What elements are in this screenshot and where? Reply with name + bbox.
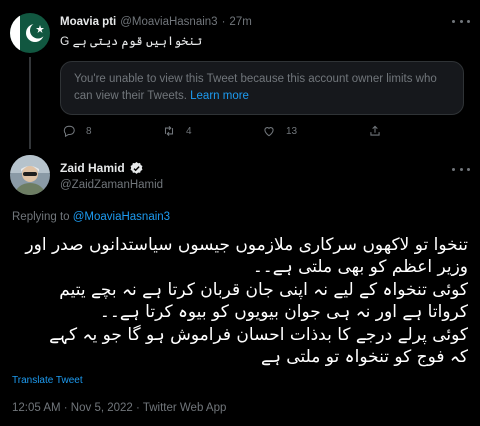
thread-line bbox=[29, 57, 31, 149]
reply-tweet[interactable]: Moavia pti @MoaviaHasnain3 · 27m تنخواہی… bbox=[0, 0, 480, 149]
main-author-row: Zaid Hamid bbox=[60, 160, 144, 176]
pakistan-flag-icon bbox=[10, 13, 50, 53]
tweet-text-line: کہ فوج کو تنخواہ تو ملتی ہے bbox=[260, 347, 468, 368]
replying-to: Replying to @MoaviaHasnain3 bbox=[12, 211, 170, 223]
reply-count: 8 bbox=[86, 125, 92, 137]
avatar bbox=[10, 155, 50, 195]
reply-text: تنخواہیں قوم دیتی ہے G bbox=[60, 34, 203, 48]
reply-icon bbox=[63, 125, 75, 138]
main-more-options-icon[interactable] bbox=[452, 162, 470, 176]
tweet-text-line: کوئی پرلے درجے کا بدذات احسان فراموش ہو … bbox=[49, 324, 468, 345]
tweet-text-line: تنخوا تو لاکھوں سرکاری ملازموں جیسوں سیا… bbox=[25, 235, 468, 255]
replying-to-prefix: Replying to bbox=[12, 211, 73, 223]
like-button[interactable]: 13 bbox=[262, 124, 297, 138]
main-author-name[interactable]: Zaid Hamid bbox=[60, 161, 125, 175]
retweet-button[interactable]: 4 bbox=[162, 124, 192, 138]
unavailable-quote-box: You're unable to view this Tweet because… bbox=[60, 61, 464, 115]
share-icon bbox=[370, 125, 380, 136]
tweet-timestamp[interactable]: 12:05 AM · Nov 5, 2022 · Twitter Web App bbox=[12, 402, 226, 414]
reply-author-name[interactable]: Moavia pti bbox=[60, 16, 116, 28]
tweet-text-line: کوئی تنخواہ کے لیے نہ اپنی جان قربان کرت… bbox=[59, 279, 468, 300]
reply-separator: · bbox=[221, 16, 226, 28]
retweet-icon bbox=[164, 125, 174, 137]
share-button[interactable] bbox=[368, 124, 392, 138]
reply-button[interactable]: 8 bbox=[62, 124, 92, 138]
main-author-handle[interactable]: @ZaidZamanHamid bbox=[60, 179, 163, 191]
translate-tweet-link[interactable]: Translate Tweet bbox=[12, 375, 83, 386]
retweet-count: 4 bbox=[186, 125, 192, 137]
reply-header: Moavia pti @MoaviaHasnain3 · 27m bbox=[60, 13, 252, 31]
like-count: 13 bbox=[286, 125, 298, 137]
heart-icon bbox=[264, 127, 274, 137]
tweet-text-line: وزیر اعظم کو بھی ملتی ہے۔۔ bbox=[252, 257, 468, 278]
replying-to-handle-link[interactable]: @MoaviaHasnain3 bbox=[73, 211, 170, 223]
reply-time[interactable]: 27m bbox=[229, 16, 251, 28]
tweet-text-line: کرواتا ہے اور نہ ہی جوان بیویوں کو بیوہ … bbox=[99, 302, 468, 323]
pakistan-flag-avatar[interactable] bbox=[10, 13, 50, 53]
zaid-hamid-avatar[interactable] bbox=[10, 155, 50, 195]
quote-notice: You're unable to view this Tweet because… bbox=[74, 73, 437, 102]
more-options-icon[interactable] bbox=[452, 14, 470, 28]
reply-author-handle[interactable]: @MoaviaHasnain3 bbox=[120, 16, 217, 28]
main-tweet-text: تنخوا تو لاکھوں سرکاری ملازموں جیسوں سیا… bbox=[12, 234, 468, 370]
verified-badge-icon bbox=[130, 161, 143, 174]
learn-more-link[interactable]: Learn more bbox=[190, 90, 249, 102]
